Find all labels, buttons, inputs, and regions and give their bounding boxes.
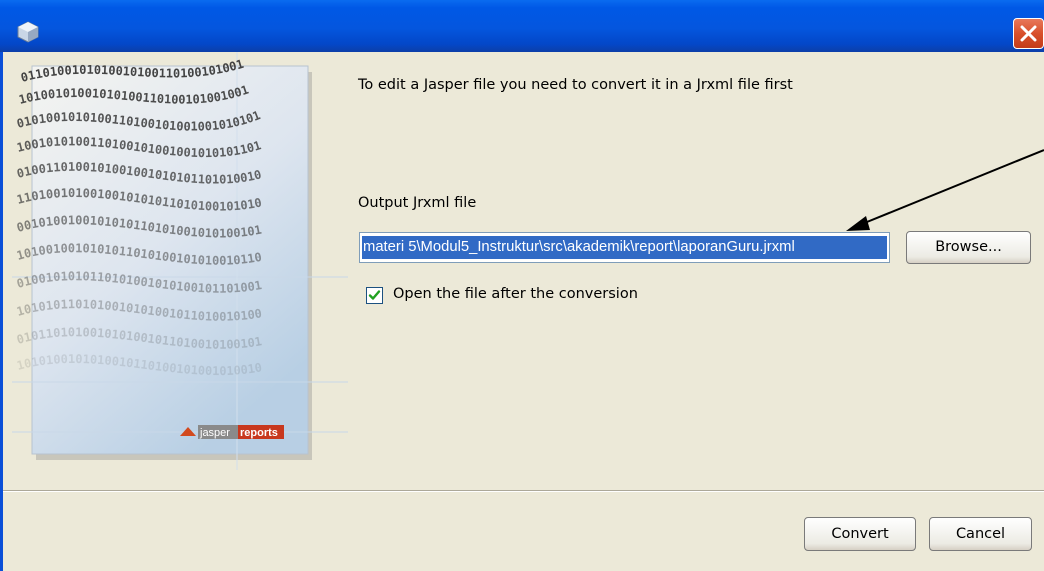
checkmark-icon [368, 290, 381, 300]
output-file-label: Output Jrxml file [358, 195, 477, 211]
browse-button[interactable]: Browse... [906, 231, 1031, 264]
jasper-app-icon [17, 21, 39, 43]
open-after-label[interactable]: Open the file after the conversion [393, 286, 638, 302]
convert-button[interactable]: Convert [804, 517, 916, 551]
button-separator [3, 490, 1044, 492]
close-icon [1020, 25, 1037, 42]
title-bar[interactable] [0, 0, 1044, 52]
jasperreports-banner: 0110100101010010100110100101001001 10100… [12, 52, 348, 470]
cancel-button[interactable]: Cancel [929, 517, 1032, 551]
output-path-value: materi 5\Modul5_Instruktur\src\akademik\… [362, 236, 887, 259]
logo-jasper-text: jasper [199, 427, 230, 439]
open-after-checkbox[interactable] [366, 287, 383, 304]
logo-reports-text: reports [240, 427, 278, 439]
close-button[interactable] [1013, 18, 1044, 49]
convert-dialog: 0110100101010010100110100101001001 10100… [0, 0, 1044, 571]
instruction-text: To edit a Jasper file you need to conver… [358, 77, 793, 93]
output-path-field[interactable]: materi 5\Modul5_Instruktur\src\akademik\… [359, 232, 890, 263]
